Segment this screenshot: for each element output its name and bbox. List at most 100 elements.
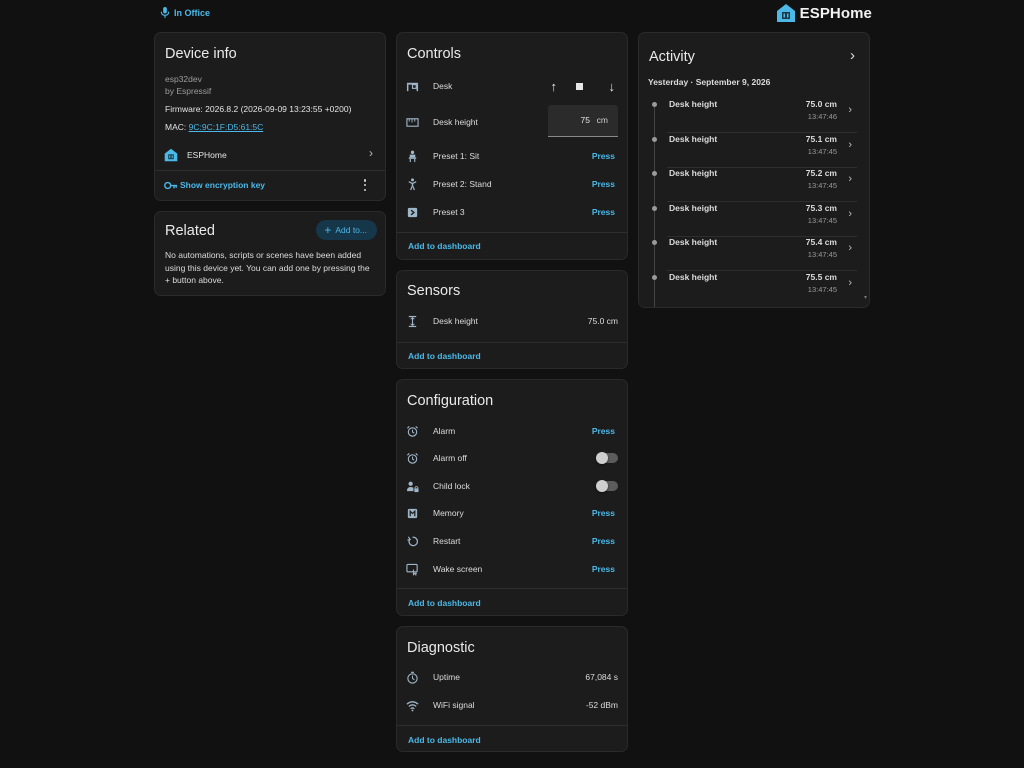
alarm-row: Alarm Press: [397, 419, 627, 443]
activity-item-value: 75.3 cm: [805, 202, 837, 213]
child-lock-label: Child lock: [433, 481, 470, 491]
preset3-press-button[interactable]: Press: [592, 207, 615, 217]
microphone-icon: [160, 7, 170, 18]
overflow-menu-icon[interactable]: [363, 179, 367, 191]
alarm-off-toggle[interactable]: [596, 452, 618, 464]
uptime-value: 67,084 s: [585, 672, 618, 682]
activity-item-time: 13:47:45: [807, 250, 837, 259]
ruler-icon: [406, 116, 419, 129]
timeline-dot: [652, 205, 657, 211]
restart-label: Restart: [433, 536, 461, 546]
wifi-icon: [406, 699, 419, 712]
preset3-label: Preset 3: [433, 207, 465, 217]
configuration-add-to-dashboard[interactable]: Add to dashboard: [408, 598, 481, 608]
activity-date-heading: Yesterday · September 9, 2026: [648, 77, 771, 87]
sitting-person-icon: [406, 150, 419, 163]
sensor-desk-height-row[interactable]: Desk height 75.0 cm: [397, 309, 627, 333]
scroll-down-icon[interactable]: ▾: [864, 294, 867, 301]
activity-item[interactable]: Desk height 75.5 cm 13:47:45 ›: [639, 272, 869, 306]
wifi-signal-label: WiFi signal: [433, 700, 475, 710]
activity-item-time: 13:47:45: [807, 146, 837, 156]
monitor-touch-icon: [406, 563, 419, 576]
preset1-label: Preset 1: Sit: [433, 151, 480, 161]
activity-item-name: Desk height: [669, 237, 718, 247]
desk-label: Desk: [433, 81, 453, 91]
chevron-right-icon: ›: [848, 104, 852, 116]
related-card: Related + Add to... No automations, scri…: [154, 211, 386, 296]
alarm-clock-icon: [406, 452, 419, 465]
preset2-label: Preset 2: Stand: [433, 179, 492, 189]
controls-card: Controls Desk ↑ ↓ Desk height 75 cm Pres…: [396, 32, 628, 260]
chevron-right-icon: ›: [848, 207, 852, 220]
integration-row[interactable]: ESPHome ›: [155, 146, 385, 170]
restart-press-button[interactable]: Press: [592, 536, 615, 546]
diagnostic-title: Diagnostic: [407, 640, 475, 656]
sensors-title: Sensors: [407, 283, 461, 299]
wake-screen-press-button[interactable]: Press: [592, 564, 615, 574]
show-encryption-key-link[interactable]: Show encryption key: [164, 180, 265, 190]
timeline-dot: [652, 136, 657, 142]
device-manufacturer: by Espressif: [165, 86, 212, 96]
diagnostic-add-to-dashboard[interactable]: Add to dashboard: [408, 735, 481, 745]
sensors-add-to-dashboard[interactable]: Add to dashboard: [408, 351, 481, 361]
encryption-link-label: Show encryption key: [180, 180, 266, 190]
desk-height-number-row: Desk height 75 cm: [397, 105, 627, 137]
sensors-card: Sensors Desk height 75.0 cm Add to dashb…: [396, 270, 628, 369]
alarm-clock-icon: [406, 425, 419, 438]
controls-add-to-dashboard[interactable]: Add to dashboard: [408, 241, 481, 251]
chevron-right-icon[interactable]: ›: [850, 47, 855, 64]
activity-card: Activity › Yesterday · September 9, 2026…: [638, 32, 870, 308]
divider: [155, 170, 385, 171]
activity-item[interactable]: Desk height 75.4 cm 13:47:45 ›: [639, 237, 869, 271]
wifi-signal-value: -52 dBm: [585, 700, 618, 710]
firmware-version: Firmware: 2026.8.2 (2026-09-09 13:23:55 …: [165, 104, 352, 114]
key-icon: [164, 181, 177, 189]
chevron-right-icon: ›: [848, 173, 852, 185]
device-page: In Office ESPHome Device info esp32dev b…: [0, 0, 1024, 768]
alarm-off-row: Alarm off: [397, 446, 627, 470]
wifi-signal-row[interactable]: WiFi signal -52 dBm: [397, 693, 627, 717]
wake-screen-label: Wake screen: [433, 564, 483, 574]
add-to-button[interactable]: + Add to...: [316, 220, 377, 240]
alarm-press-button[interactable]: Press: [592, 426, 615, 436]
sensor-desk-height-value: 75.0 cm: [587, 316, 618, 326]
activity-item-name: Desk height: [669, 168, 718, 178]
alarm-off-label: Alarm off: [433, 453, 467, 463]
related-title: Related: [165, 223, 215, 239]
preset2-press-button[interactable]: Press: [592, 179, 615, 189]
activity-item-name: Desk height: [669, 271, 718, 282]
arrow-down-icon[interactable]: ↓: [609, 79, 616, 94]
activity-item[interactable]: Desk height 75.3 cm 13:47:45 ›: [639, 203, 869, 237]
chevron-right-icon: ›: [848, 138, 852, 151]
uptime-row[interactable]: Uptime 67,084 s: [397, 665, 627, 689]
activity-item-value: 75.0 cm: [805, 99, 837, 109]
timeline-dot: [652, 240, 657, 245]
area-link[interactable]: In Office: [160, 7, 210, 18]
esphome-house-icon: [164, 148, 178, 162]
preset1-press-button[interactable]: Press: [592, 151, 615, 161]
activity-item[interactable]: Desk height 75.2 cm 13:47:45 ›: [639, 168, 869, 202]
stop-icon[interactable]: [576, 82, 583, 90]
activity-item[interactable]: Desk height 75.0 cm 13:47:46 ›: [639, 99, 869, 133]
memory-press-button[interactable]: Press: [592, 508, 615, 518]
divider: [397, 342, 627, 343]
brand-logo: ESPHome: [776, 3, 872, 23]
memory-label: Memory: [433, 508, 464, 518]
timeline-dot: [652, 171, 657, 176]
activity-item-time: 13:47:45: [807, 284, 837, 294]
divider: [397, 588, 627, 589]
alarm-label: Alarm: [433, 426, 456, 436]
timeline-dot: [652, 274, 657, 280]
mac-link[interactable]: 9C:9C:1F:D5:61:5C: [189, 122, 264, 132]
activity-item-time: 13:47:46: [807, 112, 837, 121]
uptime-label: Uptime: [433, 672, 460, 682]
child-lock-toggle[interactable]: [596, 480, 618, 492]
activity-item[interactable]: Desk height 75.1 cm 13:47:45 ›: [639, 134, 869, 168]
activity-item-value: 75.1 cm: [805, 133, 837, 144]
related-message: No automations, scripts or scenes have b…: [165, 250, 370, 285]
diagnostic-card: Diagnostic Uptime 67,084 s WiFi signal -…: [396, 626, 628, 752]
desk-height-input-unit: cm: [596, 115, 608, 125]
arrow-up-icon[interactable]: ↑: [551, 79, 558, 94]
account-lock-icon: [406, 480, 419, 493]
desk-height-input[interactable]: 75 cm: [548, 105, 618, 137]
